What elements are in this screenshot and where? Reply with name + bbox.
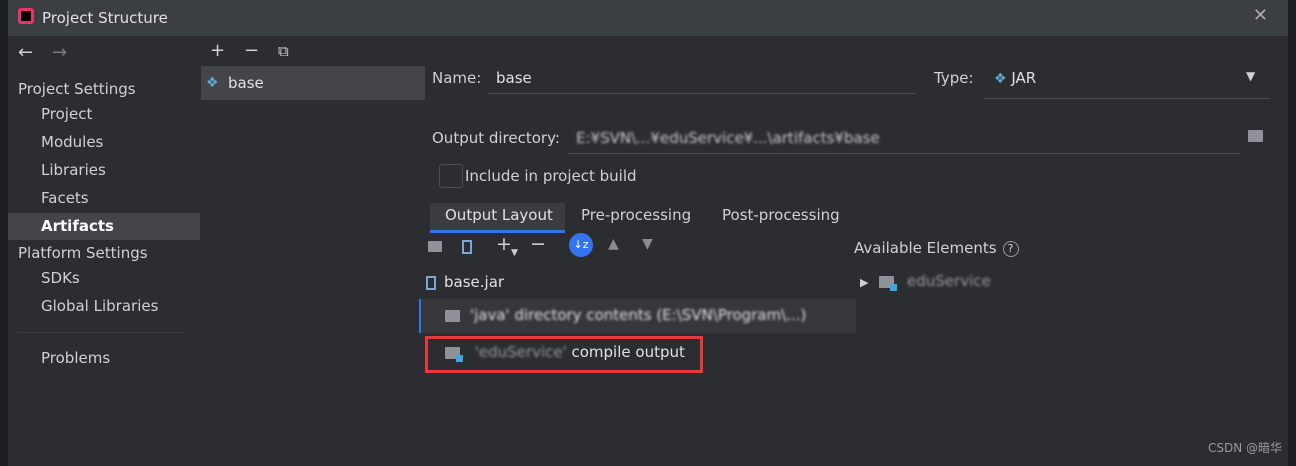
background-edge-left (0, 0, 8, 466)
sidebar-item-global-libraries[interactable]: Global Libraries (8, 293, 200, 320)
available-element-item[interactable]: ▶ eduService (860, 272, 991, 291)
folder-browse-icon[interactable] (1248, 128, 1263, 144)
project-structure-dialog: ← → Project Settings Project Modules Lib… (8, 36, 1288, 466)
add-dropdown-chevron-icon[interactable]: ▼ (511, 248, 518, 258)
intellij-app-icon (18, 8, 34, 24)
type-select[interactable]: ❖ JAR (994, 69, 1036, 87)
sidebar-item-modules[interactable]: Modules (8, 129, 200, 156)
add-copy-of-icon[interactable]: + (496, 233, 512, 255)
tab-output-layout[interactable]: Output Layout (430, 203, 565, 233)
sidebar-item-sdks[interactable]: SDKs (8, 265, 200, 292)
create-archive-icon[interactable] (462, 236, 472, 255)
csdn-watermark: CSDN @暗华 (1207, 441, 1282, 455)
chevron-down-icon[interactable]: ▼ (1246, 69, 1255, 83)
move-up-icon[interactable]: ▲ (608, 236, 619, 252)
available-module-name: eduService (907, 272, 991, 290)
include-in-build-checkbox[interactable] (439, 164, 463, 188)
title-bar: Project Structure ✕ (8, 0, 1288, 36)
copy-artifact-icon[interactable]: ⧉ (278, 42, 289, 60)
name-field-underline (488, 93, 916, 94)
artifact-list: ❖ base (201, 66, 425, 466)
output-root-jar[interactable]: base.jar (426, 273, 504, 291)
section-project-settings: Project Settings (18, 80, 136, 98)
background-edge-right (1288, 0, 1296, 466)
annotation-highlight-box (425, 336, 703, 373)
expand-chevron-icon[interactable]: ▶ (860, 276, 868, 289)
artifact-list-item[interactable]: ❖ base (201, 66, 425, 100)
sidebar-item-project[interactable]: Project (8, 101, 200, 128)
name-label: Name: (432, 69, 482, 87)
jar-file-icon (426, 275, 436, 290)
sidebar-item-problems[interactable]: Problems (8, 345, 200, 372)
sort-elements-icon[interactable]: ↓z (569, 233, 593, 257)
selected-tree-row[interactable]: 'java' directory contents (E:\SVN\Progra… (419, 299, 856, 333)
close-icon[interactable]: ✕ (1253, 5, 1268, 26)
folder-icon (445, 310, 460, 322)
type-label: Type: (934, 69, 974, 87)
remove-artifact-minus-icon[interactable]: − (244, 40, 259, 61)
sidebar-divider (18, 332, 183, 333)
forward-arrow-icon[interactable]: → (52, 42, 67, 63)
section-platform-settings: Platform Settings (18, 244, 148, 262)
remove-element-minus-icon[interactable]: − (530, 233, 546, 255)
tab-pre-processing[interactable]: Pre-processing (581, 203, 691, 233)
output-root-label: base.jar (444, 273, 505, 291)
sidebar-item-facets[interactable]: Facets (8, 185, 200, 212)
type-select-underline (983, 98, 1270, 99)
module-icon (879, 275, 898, 291)
jar-type-icon: ❖ (994, 71, 1007, 87)
move-down-icon[interactable]: ▼ (642, 236, 653, 252)
artifact-name: base (228, 74, 264, 92)
include-in-build-label: Include in project build (465, 167, 637, 185)
jar-artifact-icon: ❖ (206, 75, 219, 91)
create-directory-icon[interactable] (428, 236, 442, 255)
help-icon[interactable]: ? (1002, 240, 1019, 257)
back-arrow-icon[interactable]: ← (18, 42, 33, 63)
sidebar-item-libraries[interactable]: Libraries (8, 157, 200, 184)
output-directory-underline (568, 153, 1240, 154)
sidebar-item-artifacts[interactable]: Artifacts (8, 213, 200, 240)
output-directory-label: Output directory: (432, 129, 560, 147)
window-title: Project Structure (42, 9, 168, 27)
output-directory-field[interactable]: E:¥SVN\...¥eduService¥...\artifacts¥base (576, 129, 1236, 147)
tab-post-processing[interactable]: Post-processing (722, 203, 840, 233)
add-artifact-plus-icon[interactable]: + (210, 40, 225, 61)
available-elements-header: Available Elements? (854, 239, 1019, 257)
java-directory-contents-label: 'java' directory contents (E:\SVN\Progra… (470, 306, 807, 324)
sidebar: ← → Project Settings Project Modules Lib… (8, 36, 200, 466)
name-field[interactable]: base (496, 69, 532, 87)
type-select-value: JAR (1011, 69, 1037, 87)
